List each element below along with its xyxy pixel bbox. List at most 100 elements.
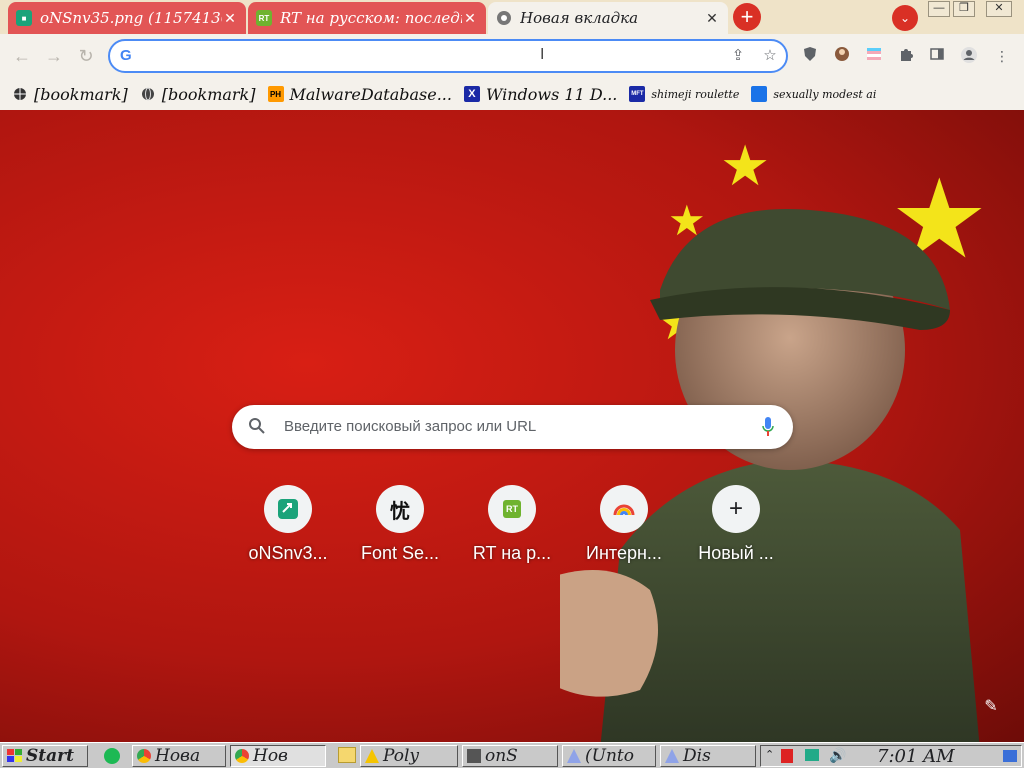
start-label: Start [26,746,74,766]
shortcut-tile[interactable]: 忧 Font Se... [350,485,450,564]
taskbar-button-poly[interactable]: Poly [360,745,458,767]
shortcut-label: RT на р... [472,543,552,563]
mft-icon: MFT [629,86,646,102]
plus-icon: + [712,485,760,533]
extensions-puzzle-icon[interactable] [896,46,916,66]
text-cursor-icon: I [540,46,545,63]
toolbar: ← → ↻ G I ⇪ ☆ ⋮ [0,34,1024,78]
shortcut-label: Font Se... [360,543,440,563]
shortcut-tile[interactable]: RT RT на р... [462,485,562,564]
chevron-up-icon[interactable]: ⌃ [765,748,774,761]
taskbar-label: Нова [155,746,201,766]
address-input[interactable] [144,46,724,66]
bookmark-item[interactable]: [bookmark] [12,85,128,104]
clock[interactable]: 7:01 AM [877,746,955,767]
bookmark-item[interactable]: MFT shimeji roulette [629,86,739,102]
side-panel-icon[interactable] [927,46,947,66]
share-icon[interactable]: ⇪ [728,46,748,66]
portrait-figure [560,209,980,742]
bookmark-item[interactable]: X Windows 11 D... [463,84,618,104]
tab-onsnv[interactable]: ■ oNSnv35.png (1157413000 ✕ [8,2,246,34]
tab-title: Новая вкладка [520,9,639,27]
network-icon[interactable] [805,749,819,761]
taskbar-button-untitled[interactable]: (Unto [562,745,656,767]
reload-button[interactable]: ↻ [74,44,98,68]
shortcut-label: Новый ... [698,543,774,563]
avatar-extension-icon[interactable] [832,46,852,66]
taskbar: Start Нова Нов Poly onS (Unto Dis ⌃ 🔊 7:… [0,742,1024,768]
taskbar-label: Dis [683,746,711,766]
close-icon[interactable]: ✕ [462,10,478,26]
bookmark-label: MalwareDatabase... [289,84,452,104]
new-tab-page: ★ ★ ★ ★ Введите поисковый запрос или URL [0,110,1024,742]
taskbar-button-onsnv[interactable]: onS [462,745,558,767]
tab-rt[interactable]: RT RT на русском: последние ✕ [248,2,486,34]
rainbow-icon [600,485,648,533]
customize-pencil-icon[interactable]: ✎ [980,696,1002,718]
start-button[interactable]: Start [2,745,88,767]
close-window-button[interactable]: ✕ [986,1,1012,17]
ublock-icon[interactable] [800,46,820,66]
taskbar-button-chrome-1[interactable]: Нова [132,745,226,767]
paint-icon [665,749,679,763]
tab-search-button[interactable]: ⌄ [892,5,918,31]
bookmark-label: Windows 11 D... [485,84,618,104]
paint-icon [567,749,581,763]
bookmark-label: [bookmark] [34,84,128,104]
image-tab-icon: ■ [16,10,32,26]
flag-extension-icon[interactable] [864,46,884,66]
maximize-button[interactable]: ❐ [953,1,975,17]
warning-icon [365,749,379,763]
bookmark-label: sexually modest ai [773,87,877,101]
close-icon[interactable]: ✕ [704,10,720,26]
tab-title: RT на русском: последние [280,9,462,27]
profile-icon[interactable] [959,46,979,66]
microphone-icon[interactable] [761,415,775,439]
taskbar-button-dis[interactable]: Dis [660,745,756,767]
tab-title: oNSnv35.png (1157413000 [40,9,222,27]
minimize-button[interactable]: — [928,1,950,17]
menu-icon[interactable]: ⋮ [992,46,1012,66]
back-button[interactable]: ← [10,44,34,68]
taskbar-label: onS [485,746,518,766]
chrome-icon [235,749,249,763]
rt-icon: RT [256,10,272,26]
address-bar[interactable]: G I ⇪ ☆ [108,39,788,73]
taskbar-button-chrome-2[interactable]: Нов [230,745,326,767]
blue-icon [751,86,768,102]
ntp-search-box[interactable]: Введите поисковый запрос или URL [232,405,793,449]
chrome-icon [496,10,512,26]
spotify-icon[interactable] [104,748,120,764]
window-icon [467,749,481,763]
volume-icon[interactable]: 🔊 [829,747,846,764]
shortcut-tile[interactable]: oNSnv3... [238,485,338,564]
flag-tray-icon[interactable] [781,749,793,763]
shortcut-tile[interactable]: Интерн... [574,485,674,564]
new-tab-button[interactable]: + [733,3,761,31]
google-icon: G [120,47,132,64]
rt-logo: RT [503,500,521,518]
shortcut-label: oNSnv3... [248,543,328,563]
bookmark-item[interactable]: PH MalwareDatabase... [267,84,452,104]
folder-icon[interactable] [338,747,356,763]
bookmark-label: [bookmark] [161,84,256,104]
bookmark-star-icon[interactable]: ☆ [760,46,780,66]
onsnv-icon [264,485,312,533]
ph-icon: PH [267,86,284,102]
add-shortcut-tile[interactable]: + Новый ... [686,485,786,564]
search-icon [248,417,268,437]
bookmark-label: shimeji roulette [651,87,740,101]
taskbar-label: Poly [383,746,420,766]
taskbar-label: (Unto [585,746,634,766]
forward-button[interactable]: → [42,44,66,68]
globe-dark-icon [12,86,28,102]
search-placeholder: Введите поисковый запрос или URL [284,418,537,435]
bookmark-item[interactable]: sexually modest ai [751,86,876,102]
bookmarks-bar: [bookmark] [bookmark] PH MalwareDatabase… [0,78,1024,110]
close-icon[interactable]: ✕ [222,10,238,26]
system-tray: ⌃ 🔊 7:01 AM [760,745,1022,767]
bookmark-item[interactable]: [bookmark] [140,85,256,104]
taskbar-label: Нов [253,746,288,766]
show-desktop-icon[interactable] [1003,750,1017,762]
tab-new-tab[interactable]: Новая вкладка ✕ [488,2,728,34]
